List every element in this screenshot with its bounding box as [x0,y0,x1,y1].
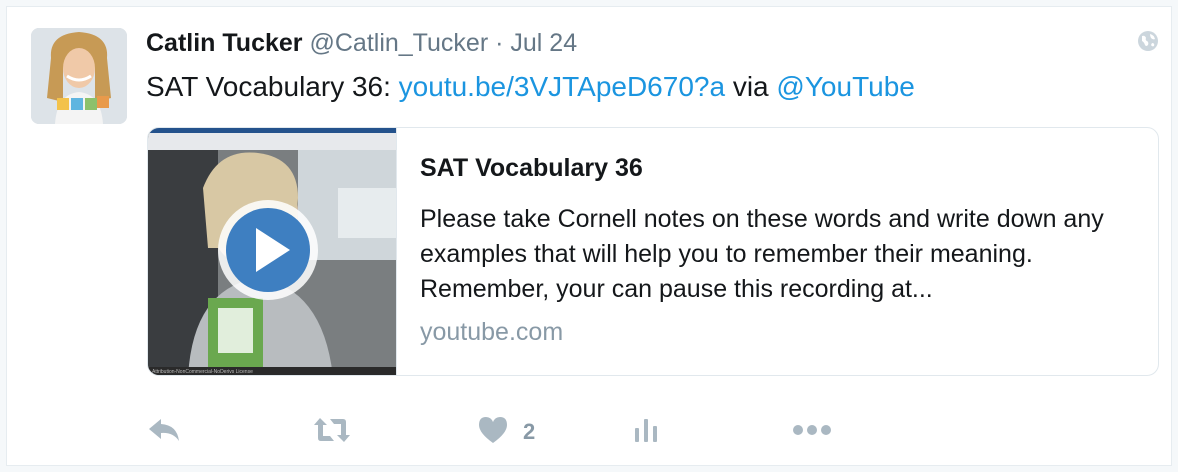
reply-icon [147,415,183,450]
more-dots-icon [792,423,832,441]
like-button[interactable]: 2 [477,412,535,452]
avatar[interactable] [31,28,127,124]
globe-icon [1137,30,1161,54]
bar-chart-icon [632,416,660,449]
retweet-icon [312,416,352,449]
like-count: 2 [523,419,536,444]
card-description: Please take Cornell notes on these words… [420,205,1104,303]
link-preview-card[interactable]: Attribution-NonCommercial-NoDerivs Licen… [147,127,1159,376]
analytics-button[interactable] [632,412,660,452]
tweet-text: SAT Vocabulary 36: youtu.be/3VJTApeD670?… [146,71,915,103]
author-name[interactable]: Catlin Tucker [146,29,303,57]
reply-button[interactable] [147,412,183,452]
card-domain: youtube.com [420,318,564,346]
separator: · [495,29,504,57]
mention-link[interactable]: @YouTube [776,71,914,102]
retweet-button[interactable] [312,412,352,452]
video-thumbnail[interactable]: Attribution-NonCommercial-NoDerivs Licen… [148,128,397,375]
timestamp[interactable]: Jul 24 [510,29,577,57]
heart-icon [477,415,509,450]
thumbnail-caption: Attribution-NonCommercial-NoDerivs Licen… [152,369,253,375]
author-handle[interactable]: @Catlin_Tucker [309,29,488,57]
tweet-header: Catlin Tucker @Catlin_Tucker · Jul 24 [146,29,577,58]
tweet-text-prefix: SAT Vocabulary 36: [146,71,399,102]
card-title: SAT Vocabulary 36 [420,154,643,182]
action-bar: 2 [147,412,847,452]
tweet-link[interactable]: youtu.be/3VJTApeD670?a [399,71,725,102]
tweet-text-middle: via [725,71,777,102]
more-button[interactable] [792,412,832,452]
tweet-card[interactable]: Catlin Tucker @Catlin_Tucker · Jul 24 SA… [6,6,1172,466]
